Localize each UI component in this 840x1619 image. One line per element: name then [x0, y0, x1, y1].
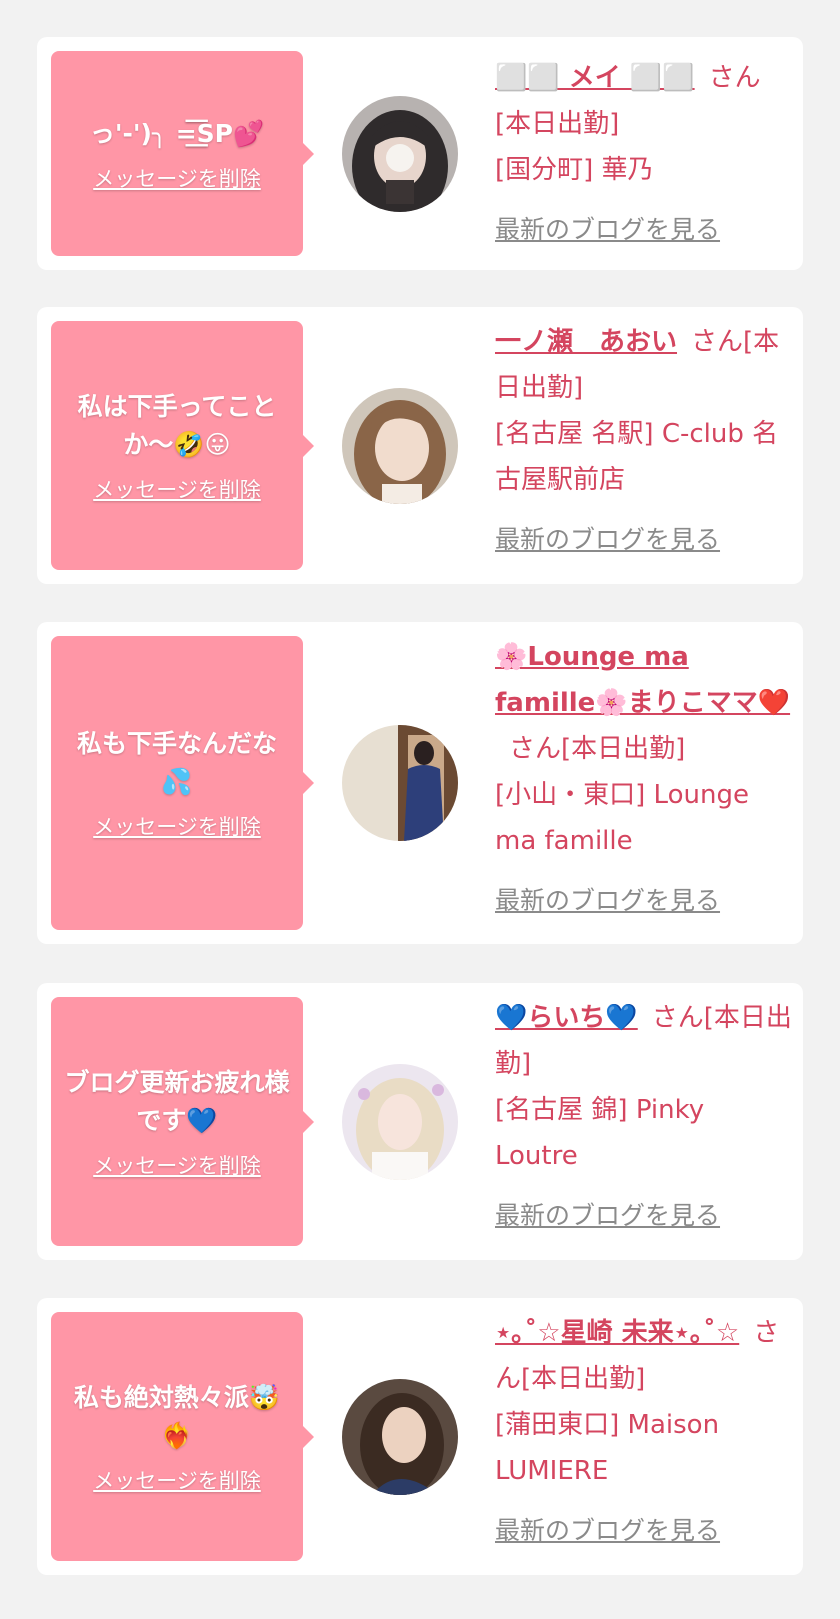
- avatar[interactable]: [342, 1064, 458, 1180]
- message-text: 私も絶対熱々派🤯❤️‍🔥: [73, 1382, 281, 1450]
- message-bubble: 私は下手ってことか〜🤣😛 メッセージを削除: [51, 321, 314, 570]
- avatar[interactable]: [342, 96, 458, 212]
- avatar-photo-icon: [342, 96, 458, 212]
- message-bubble: っ'-')╮ =͟͟͞͞SP💕 メッセージを削除: [51, 51, 314, 256]
- blog-comment-card: 私も絶対熱々派🤯❤️‍🔥 メッセージを削除 ⋆｡˚☆星崎 未来⋆｡˚☆ さん[本日…: [37, 1298, 803, 1575]
- delete-message-link[interactable]: メッセージを削除: [93, 474, 261, 504]
- message-bubble: 私も絶対熱々派🤯❤️‍🔥 メッセージを削除: [51, 1312, 314, 1561]
- sender-shop: [名古屋 名駅] C-club 名古屋駅前店: [495, 419, 779, 495]
- latest-blog-link[interactable]: 最新のブログを見る: [495, 1193, 795, 1239]
- delete-message-link[interactable]: メッセージを削除: [93, 1465, 261, 1495]
- sender-name-link[interactable]: ⬜⬜ メイ ⬜⬜: [495, 63, 695, 93]
- sender-shop: [国分町] 華乃: [495, 155, 654, 185]
- delete-message-link[interactable]: メッセージを削除: [93, 1150, 261, 1180]
- sender-name-link[interactable]: 一ノ瀬 あおい: [495, 327, 677, 357]
- message-text: 私は下手ってことか〜🤣😛: [77, 391, 277, 459]
- avatar-photo-icon: [342, 1064, 458, 1180]
- sender-info: 一ノ瀬 あおい さん[本日出勤] [名古屋 名駅] C-club 名古屋駅前店 最…: [495, 319, 795, 563]
- delete-message-link[interactable]: メッセージを削除: [93, 811, 261, 841]
- avatar-photo-icon: [342, 1379, 458, 1495]
- sender-status: さん[本日出勤]: [509, 734, 686, 764]
- sender-info: ⬜⬜ メイ ⬜⬜ さん[本日出勤] [国分町] 華乃 最新のブログを見る: [495, 55, 795, 253]
- sender-info: 🌸Lounge ma famille🌸まりこママ❤️ さん[本日出勤] [小山・東…: [495, 634, 795, 924]
- sender-shop: [小山・東口] Lounge ma famille: [495, 780, 749, 856]
- message-text: 私も下手なんだな💦: [76, 729, 277, 796]
- avatar[interactable]: [342, 388, 458, 504]
- blog-comment-card: っ'-')╮ =͟͟͞͞SP💕 メッセージを削除 ⬜⬜ メイ ⬜⬜ さん[本日出勤…: [37, 37, 803, 270]
- latest-blog-link[interactable]: 最新のブログを見る: [495, 1508, 795, 1554]
- sender-shop: [蒲田東口] Maison LUMIERE: [495, 1410, 720, 1486]
- sender-name-link[interactable]: ⋆｡˚☆星崎 未来⋆｡˚☆: [495, 1318, 739, 1348]
- sender-info: ⋆｡˚☆星崎 未来⋆｡˚☆ さん[本日出勤] [蒲田東口] Maison LUMI…: [495, 1310, 795, 1554]
- avatar-photo-icon: [342, 388, 458, 504]
- latest-blog-link[interactable]: 最新のブログを見る: [495, 517, 795, 563]
- delete-message-link[interactable]: メッセージを削除: [93, 163, 261, 193]
- latest-blog-link[interactable]: 最新のブログを見る: [495, 207, 795, 253]
- sender-info: 💙らいち💙 さん[本日出勤] [名古屋 錦] Pinky Loutre 最新のブロ…: [495, 995, 795, 1239]
- message-bubble: ブログ更新お疲れ様です💙 メッセージを削除: [51, 997, 314, 1246]
- blog-comment-card: 私も下手なんだな💦 メッセージを削除 🌸Lounge ma famille🌸まり…: [37, 622, 803, 944]
- message-text: っ'-')╮ =͟͟͞͞SP💕: [89, 118, 265, 148]
- sender-name-link[interactable]: 🌸Lounge ma famille🌸まりこママ❤️: [495, 642, 790, 718]
- message-text: ブログ更新お疲れ様です💙: [64, 1067, 290, 1135]
- avatar-photo-icon: [342, 725, 458, 841]
- latest-blog-link[interactable]: 最新のブログを見る: [495, 878, 795, 924]
- avatar[interactable]: [342, 1379, 458, 1495]
- avatar[interactable]: [342, 725, 458, 841]
- sender-name-link[interactable]: 💙らいち💙: [495, 1003, 638, 1033]
- sender-shop: [名古屋 錦] Pinky Loutre: [495, 1095, 705, 1171]
- blog-comment-card: 私は下手ってことか〜🤣😛 メッセージを削除 一ノ瀬 あおい さん[本日出勤] [名…: [37, 307, 803, 584]
- message-bubble: 私も下手なんだな💦 メッセージを削除: [51, 636, 314, 930]
- blog-comment-card: ブログ更新お疲れ様です💙 メッセージを削除 💙らいち💙 さん[本日出勤] [名古屋…: [37, 983, 803, 1260]
